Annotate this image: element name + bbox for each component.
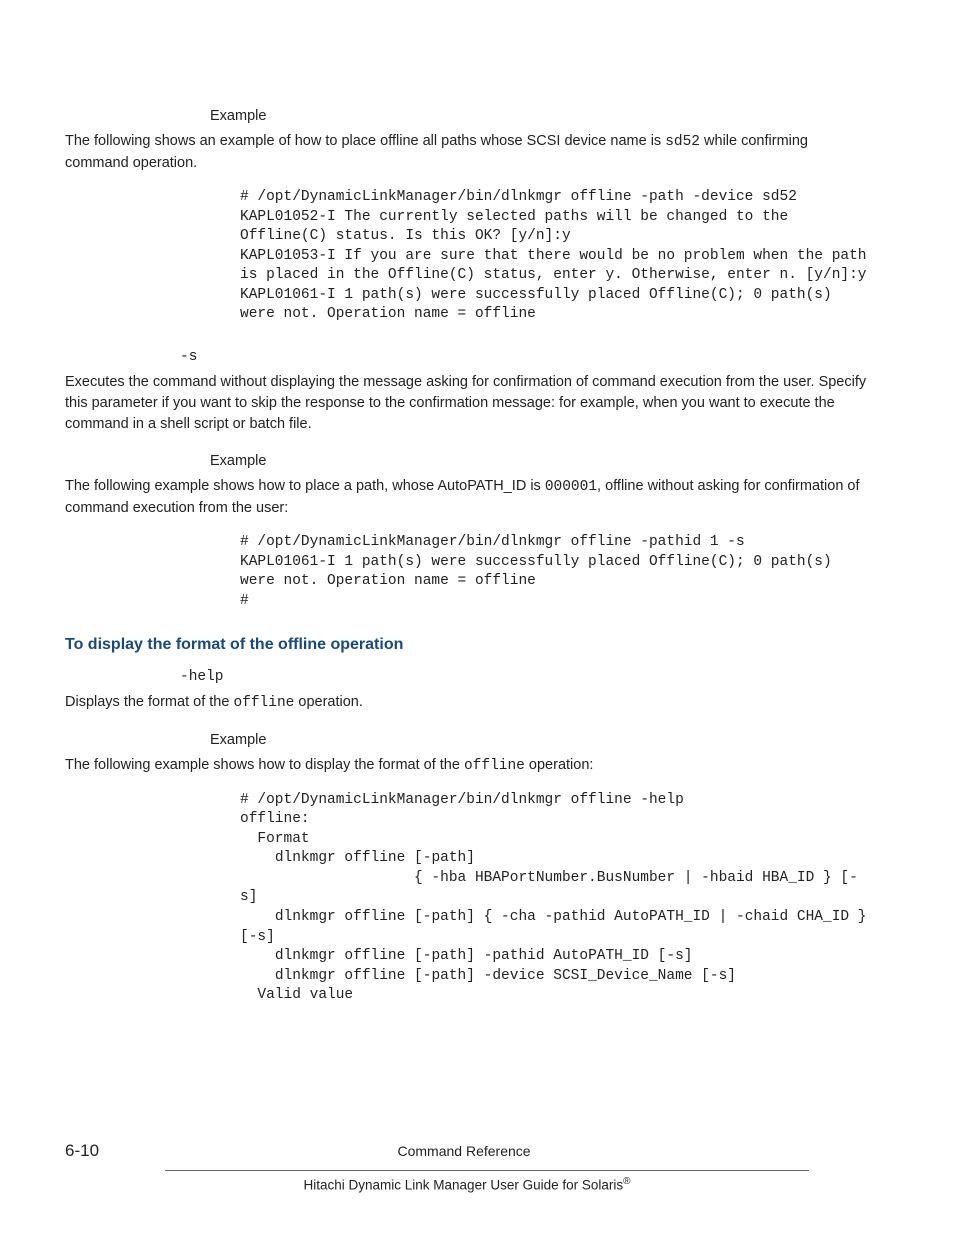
example2-intro: The following example shows how to place… — [65, 476, 869, 519]
example3-intro-a: The following example shows how to displ… — [65, 757, 464, 773]
footer-section-title: Command Reference — [99, 1141, 829, 1161]
example3-intro-code: offline — [464, 758, 525, 774]
example1-label: Example — [210, 106, 869, 127]
example3-code: # /opt/DynamicLinkManager/bin/dlnkmgr of… — [240, 791, 869, 1006]
help-desc-b: operation. — [294, 694, 363, 710]
example1-intro-code: sd52 — [665, 134, 700, 150]
footer-divider — [165, 1170, 809, 1171]
option-help-desc: Displays the format of the offline opera… — [65, 692, 869, 714]
example2-label: Example — [210, 451, 869, 472]
footer-top-row: 6-10 Command Reference — [65, 1139, 869, 1166]
example2-intro-a: The following example shows how to place… — [65, 478, 545, 494]
page-footer: 6-10 Command Reference Hitachi Dynamic L… — [65, 1139, 869, 1195]
option-s-flag: -s — [180, 347, 869, 368]
option-help-flag: -help — [180, 667, 869, 688]
help-desc-code: offline — [233, 695, 294, 711]
help-desc-a: Displays the format of the — [65, 694, 233, 710]
example2-code: # /opt/DynamicLinkManager/bin/dlnkmgr of… — [240, 533, 869, 611]
example1-code: # /opt/DynamicLinkManager/bin/dlnkmgr of… — [240, 188, 869, 325]
footer-book-title: Hitachi Dynamic Link Manager User Guide … — [65, 1175, 869, 1195]
page-number: 6-10 — [65, 1139, 99, 1164]
example2-intro-code: 000001 — [545, 479, 597, 495]
example3-label: Example — [210, 730, 869, 751]
example3-intro: The following example shows how to displ… — [65, 755, 869, 777]
section-heading: To display the format of the offline ope… — [65, 633, 869, 656]
example1-intro-a: The following shows an example of how to… — [65, 133, 665, 149]
registered-icon: ® — [623, 1176, 630, 1187]
option-s-desc: Executes the command without displaying … — [65, 372, 869, 435]
page: Example The following shows an example o… — [0, 0, 954, 1235]
example1-intro: The following shows an example of how to… — [65, 131, 869, 174]
example3-intro-b: operation: — [525, 757, 594, 773]
footer-book-text: Hitachi Dynamic Link Manager User Guide … — [304, 1177, 624, 1192]
